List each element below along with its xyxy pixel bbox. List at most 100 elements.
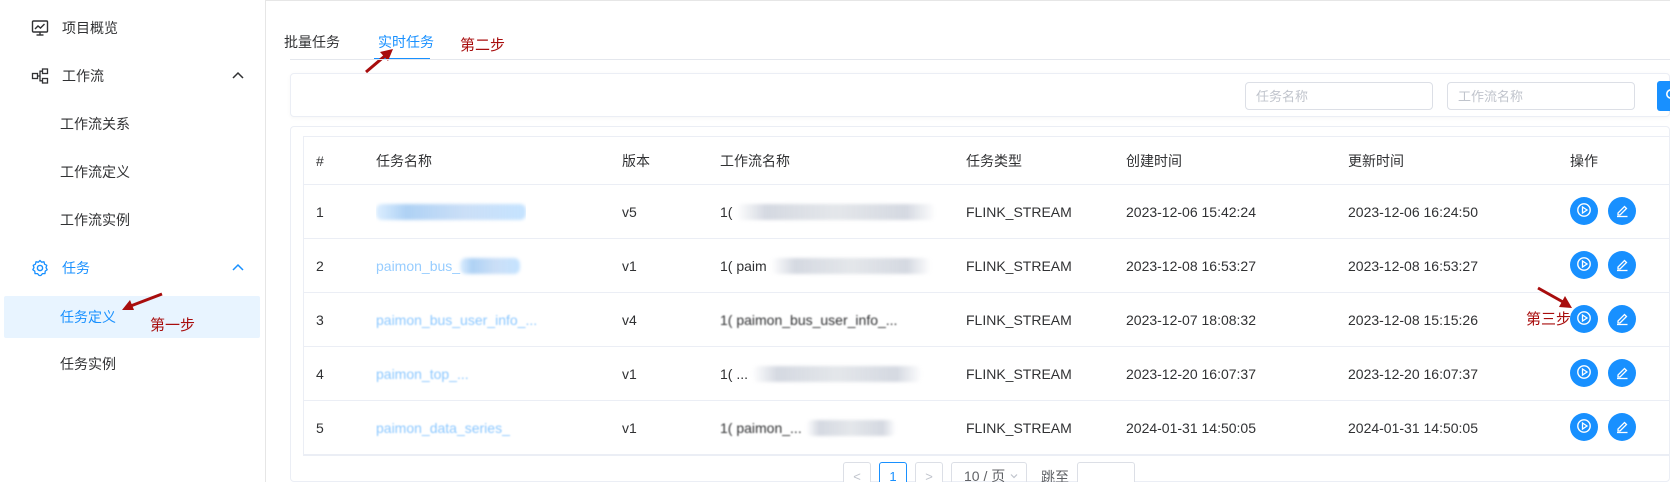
edit-button[interactable]: [1608, 251, 1636, 279]
workflow-name-search-input[interactable]: [1447, 82, 1635, 110]
sidebar-item-label: 工作流定义: [60, 164, 130, 180]
workflow-name-text: 1(: [720, 203, 733, 220]
task-name-text: paimon_data_series_: [376, 419, 510, 436]
sidebar-item-label: 项目概览: [62, 20, 118, 36]
row-task-type: FLINK_STREAM: [966, 257, 1072, 274]
row-created-time: 2023-12-20 16:07:37: [1126, 365, 1256, 382]
redacted-text: [770, 257, 931, 274]
table-row: 3 paimon_bus_user_info_... v4 1( paimon_…: [304, 293, 1670, 347]
sidebar-item-workflow-relations[interactable]: 工作流关系: [0, 100, 260, 148]
redacted-text: [460, 257, 521, 274]
sidebar-item-tasks[interactable]: 任务: [0, 244, 260, 292]
task-name-link[interactable]: paimon_bus_: [376, 239, 526, 292]
annotation-step2: 第二步: [460, 37, 506, 54]
page-number-button[interactable]: 1: [879, 462, 907, 482]
play-icon: [1576, 364, 1592, 383]
table-row: 2 paimon_bus_ v1 1( paim FLINK_STREAM 20…: [304, 239, 1670, 293]
sidebar-item-workflow-instances[interactable]: 工作流实例: [0, 196, 260, 244]
sidebar-item-workflow-definition[interactable]: 工作流定义: [0, 148, 260, 196]
annotation-arrow-icon: [365, 49, 393, 74]
run-button[interactable]: [1570, 359, 1598, 387]
page-size-value: 10 / 页: [964, 468, 1006, 482]
sidebar-item-label: 工作流关系: [60, 116, 130, 132]
annotation-step1: 第一步: [150, 317, 196, 334]
sidebar: 项目概览 工作流 工作流关系 工作流定义 工作流实例 任务 任务定义 任务实例: [0, 0, 266, 482]
chevron-up-icon: [230, 260, 246, 276]
annotation-arrow-icon: [1537, 286, 1572, 308]
workflow-name-text: 1( paim: [720, 257, 767, 274]
edit-icon: [1614, 364, 1630, 383]
tab-batch-tasks[interactable]: 批量任务: [284, 32, 340, 52]
edit-button[interactable]: [1608, 197, 1636, 225]
task-name-link[interactable]: paimon_data_series_: [376, 401, 536, 454]
row-created-time: 2023-12-08 16:53:27: [1126, 257, 1256, 274]
header-workflow-name: 工作流名称: [720, 152, 790, 169]
row-index: 3: [316, 311, 324, 328]
sidebar-item-label: 工作流实例: [60, 212, 130, 228]
redacted-text: [376, 203, 526, 220]
table-row: 5 paimon_data_series_ v1 1( paimon_... F…: [304, 401, 1670, 455]
task-name-text: paimon_top_...: [376, 365, 469, 382]
next-page-button[interactable]: >: [915, 462, 943, 482]
row-version: v1: [622, 257, 637, 274]
sidebar-item-project-overview[interactable]: 项目概览: [0, 4, 260, 52]
jump-to-page-input[interactable]: [1077, 462, 1135, 482]
search-icon: [1665, 88, 1670, 105]
header-version: 版本: [622, 152, 650, 169]
row-task-type: FLINK_STREAM: [966, 203, 1072, 220]
task-table-card: # 任务名称 版本 工作流名称 任务类型 创建时间 更新时间 操作 1 v5 1…: [290, 126, 1670, 482]
row-workflow-name: 1( ...: [720, 347, 944, 400]
edit-button[interactable]: [1608, 305, 1636, 333]
jump-to-label: 跳至: [1041, 469, 1069, 482]
task-table: # 任务名称 版本 工作流名称 任务类型 创建时间 更新时间 操作 1 v5 1…: [303, 136, 1670, 456]
row-created-time: 2023-12-07 18:08:32: [1126, 311, 1256, 328]
row-updated-time: 2023-12-08 15:15:26: [1348, 311, 1478, 328]
run-button[interactable]: [1570, 413, 1598, 441]
search-bar: [290, 73, 1670, 117]
edit-button[interactable]: [1608, 359, 1636, 387]
monitor-chart-icon: [30, 18, 50, 38]
task-name-link[interactable]: [376, 185, 526, 238]
sidebar-item-workflow[interactable]: 工作流: [0, 52, 260, 100]
play-icon: [1576, 310, 1592, 329]
play-icon: [1576, 202, 1592, 221]
edit-button[interactable]: [1608, 413, 1636, 441]
tabs-divider: [290, 59, 1670, 60]
workflow-name-text: 1( paimon_...: [720, 419, 802, 436]
prev-page-button[interactable]: <: [843, 462, 871, 482]
header-index: #: [316, 152, 324, 169]
row-version: v1: [622, 419, 637, 436]
search-button[interactable]: [1657, 81, 1670, 111]
task-name-link[interactable]: paimon_top_...: [376, 347, 556, 400]
row-updated-time: 2023-12-20 16:07:37: [1348, 365, 1478, 382]
header-created-time: 创建时间: [1126, 152, 1182, 169]
task-name-link[interactable]: paimon_bus_user_info_...: [376, 293, 556, 346]
sidebar-item-label: 任务实例: [60, 356, 116, 372]
annotation-step3: 第三步: [1526, 311, 1572, 328]
header-task-name: 任务名称: [376, 152, 432, 169]
chevron-down-icon: [1009, 471, 1019, 481]
table-row: 1 v5 1( FLINK_STREAM 2023-12-06 15:42:24…: [304, 185, 1670, 239]
row-version: v5: [622, 203, 637, 220]
run-button[interactable]: [1570, 251, 1598, 279]
row-task-type: FLINK_STREAM: [966, 419, 1072, 436]
sidebar-item-label: 任务定义: [60, 309, 116, 325]
task-name-text: paimon_bus_: [376, 257, 461, 274]
task-name-search-input[interactable]: [1245, 82, 1433, 110]
row-updated-time: 2024-01-31 14:50:05: [1348, 419, 1478, 436]
workflow-name-text: 1( ...: [720, 365, 749, 382]
sidebar-item-label: 任务: [62, 260, 90, 276]
row-created-time: 2024-01-31 14:50:05: [1126, 419, 1256, 436]
play-icon: [1576, 418, 1592, 437]
row-index: 2: [316, 257, 324, 274]
run-button[interactable]: [1570, 197, 1598, 225]
play-icon: [1576, 256, 1592, 275]
header-updated-time: 更新时间: [1348, 152, 1404, 169]
sidebar-item-label: 工作流: [62, 68, 104, 84]
sidebar-item-task-instances[interactable]: 任务实例: [0, 340, 260, 388]
row-workflow-name: 1( paimon_bus_user_info_...: [720, 293, 944, 346]
row-workflow-name: 1(: [720, 185, 944, 238]
page-size-select[interactable]: 10 / 页: [951, 462, 1027, 482]
table-row: 4 paimon_top_... v1 1( ... FLINK_STREAM …: [304, 347, 1670, 401]
header-task-type: 任务类型: [966, 152, 1022, 169]
